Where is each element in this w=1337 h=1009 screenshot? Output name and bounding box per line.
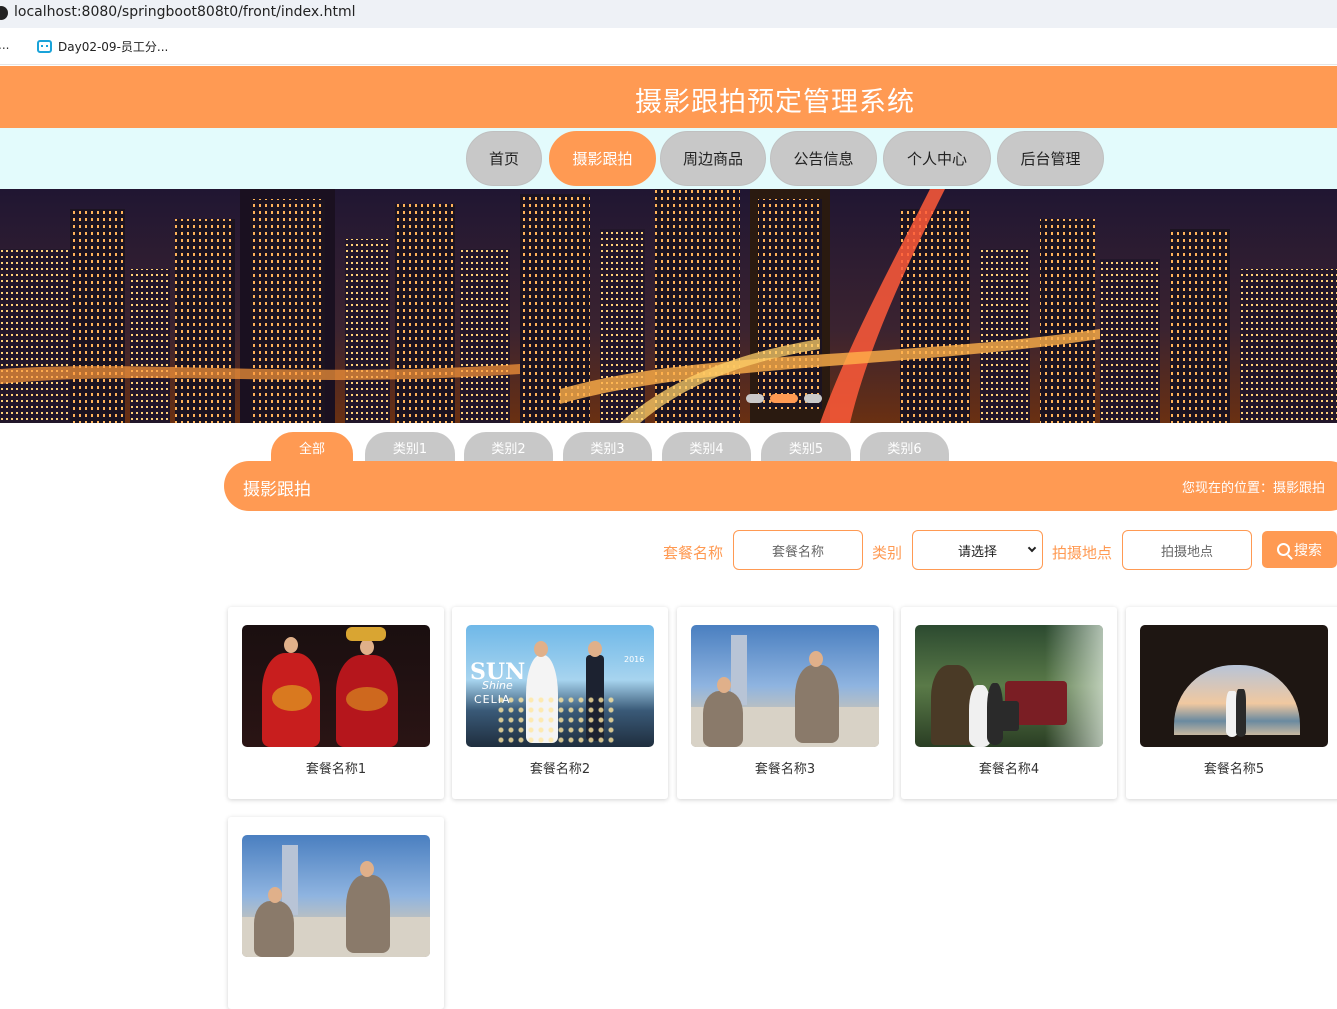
carousel-indicators <box>746 394 822 403</box>
breadcrumb-current[interactable]: 摄影跟拍 <box>1273 481 1325 496</box>
package-image[interactable] <box>915 625 1103 747</box>
section-title: 摄影跟拍 <box>243 480 311 500</box>
carousel-dot-3[interactable] <box>804 394 822 403</box>
package-name[interactable]: 套餐名称1 <box>228 758 444 777</box>
search-button[interactable]: 搜索 <box>1262 531 1337 568</box>
package-card[interactable]: 套餐名称5 <box>1126 607 1337 799</box>
category-select[interactable]: 请选择 <box>912 530 1043 570</box>
package-card[interactable]: 套餐名称3 <box>677 607 893 799</box>
bilibili-icon <box>37 39 52 53</box>
package-card[interactable]: SUN Shine CELIA 2016 套餐名称2 <box>452 607 668 799</box>
photo-caption-year: 2016 <box>624 655 645 664</box>
package-image[interactable] <box>242 835 430 957</box>
carousel-dot-1[interactable] <box>746 394 764 403</box>
carousel-dot-2[interactable] <box>770 394 798 403</box>
nav-products[interactable]: 周边商品 <box>660 131 766 186</box>
package-name[interactable]: 套餐名称5 <box>1126 758 1337 777</box>
bookmark-truncated[interactable]: ... <box>0 38 9 52</box>
package-card[interactable] <box>228 817 444 1009</box>
nav-home[interactable]: 首页 <box>466 131 542 186</box>
bookmarks-bar: ... Day02-09-员工分... <box>0 28 1337 65</box>
package-image[interactable] <box>691 625 879 747</box>
site-header: 摄影跟拍预定管理系统 <box>0 66 1337 128</box>
site-title: 摄影跟拍预定管理系统 <box>635 87 915 118</box>
package-card[interactable]: 套餐名称1 <box>228 607 444 799</box>
location-label: 拍摄地点 <box>1052 544 1113 562</box>
main-nav: 首页 摄影跟拍 周边商品 公告信息 个人中心 后台管理 <box>0 128 1337 189</box>
location-input[interactable]: 拍摄地点 <box>1122 530 1252 570</box>
package-name-input[interactable]: 套餐名称 <box>733 530 863 570</box>
category-selected-value: 请选择 <box>957 544 997 560</box>
breadcrumb-prefix: 您现在的位置： <box>1182 481 1274 496</box>
bookmark-item[interactable]: Day02-09-员工分... <box>37 37 168 55</box>
city-night-image <box>0 189 1337 423</box>
nav-admin[interactable]: 后台管理 <box>997 131 1104 186</box>
nav-photography[interactable]: 摄影跟拍 <box>549 131 656 186</box>
photo-caption-celia: CELIA <box>474 693 511 706</box>
chevron-down-icon <box>1027 543 1037 553</box>
bookmark-label: Day02-09-员工分... <box>58 39 169 54</box>
browser-address-bar[interactable]: localhost:8080/springboot808t0/front/ind… <box>0 0 1337 28</box>
category-label: 类别 <box>872 544 903 562</box>
nav-personal-center[interactable]: 个人中心 <box>883 131 991 186</box>
breadcrumb: 您现在的位置：摄影跟拍 <box>1182 477 1325 496</box>
package-image[interactable] <box>1140 625 1328 747</box>
package-name-label: 套餐名称 <box>663 544 724 562</box>
package-name[interactable]: 套餐名称2 <box>452 758 668 777</box>
section-header: 摄影跟拍 您现在的位置：摄影跟拍 <box>224 461 1337 511</box>
package-image[interactable]: SUN Shine CELIA 2016 <box>466 625 654 747</box>
url-text[interactable]: localhost:8080/springboot808t0/front/ind… <box>14 4 356 20</box>
package-name[interactable]: 套餐名称4 <box>901 758 1117 777</box>
photo-caption-shine: Shine <box>482 679 513 692</box>
package-card[interactable]: 套餐名称4 <box>901 607 1117 799</box>
site-info-icon[interactable] <box>0 6 8 20</box>
nav-announcements[interactable]: 公告信息 <box>770 131 877 186</box>
search-icon <box>1277 543 1290 556</box>
package-image[interactable] <box>242 625 430 747</box>
banner-carousel[interactable] <box>0 189 1337 423</box>
search-button-label: 搜索 <box>1294 542 1322 559</box>
package-name[interactable]: 套餐名称3 <box>677 758 893 777</box>
